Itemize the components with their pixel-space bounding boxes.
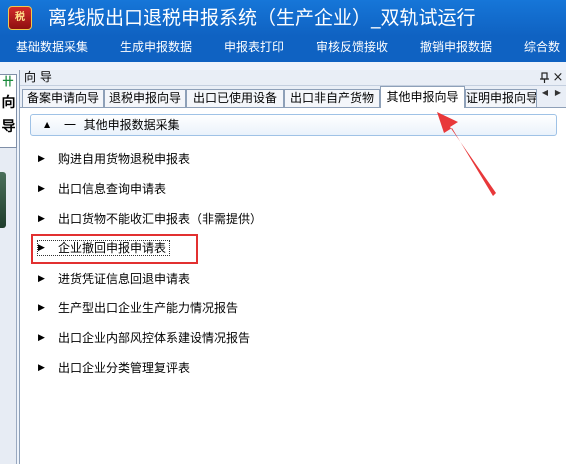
annotation-arrow-icon bbox=[437, 112, 496, 196]
